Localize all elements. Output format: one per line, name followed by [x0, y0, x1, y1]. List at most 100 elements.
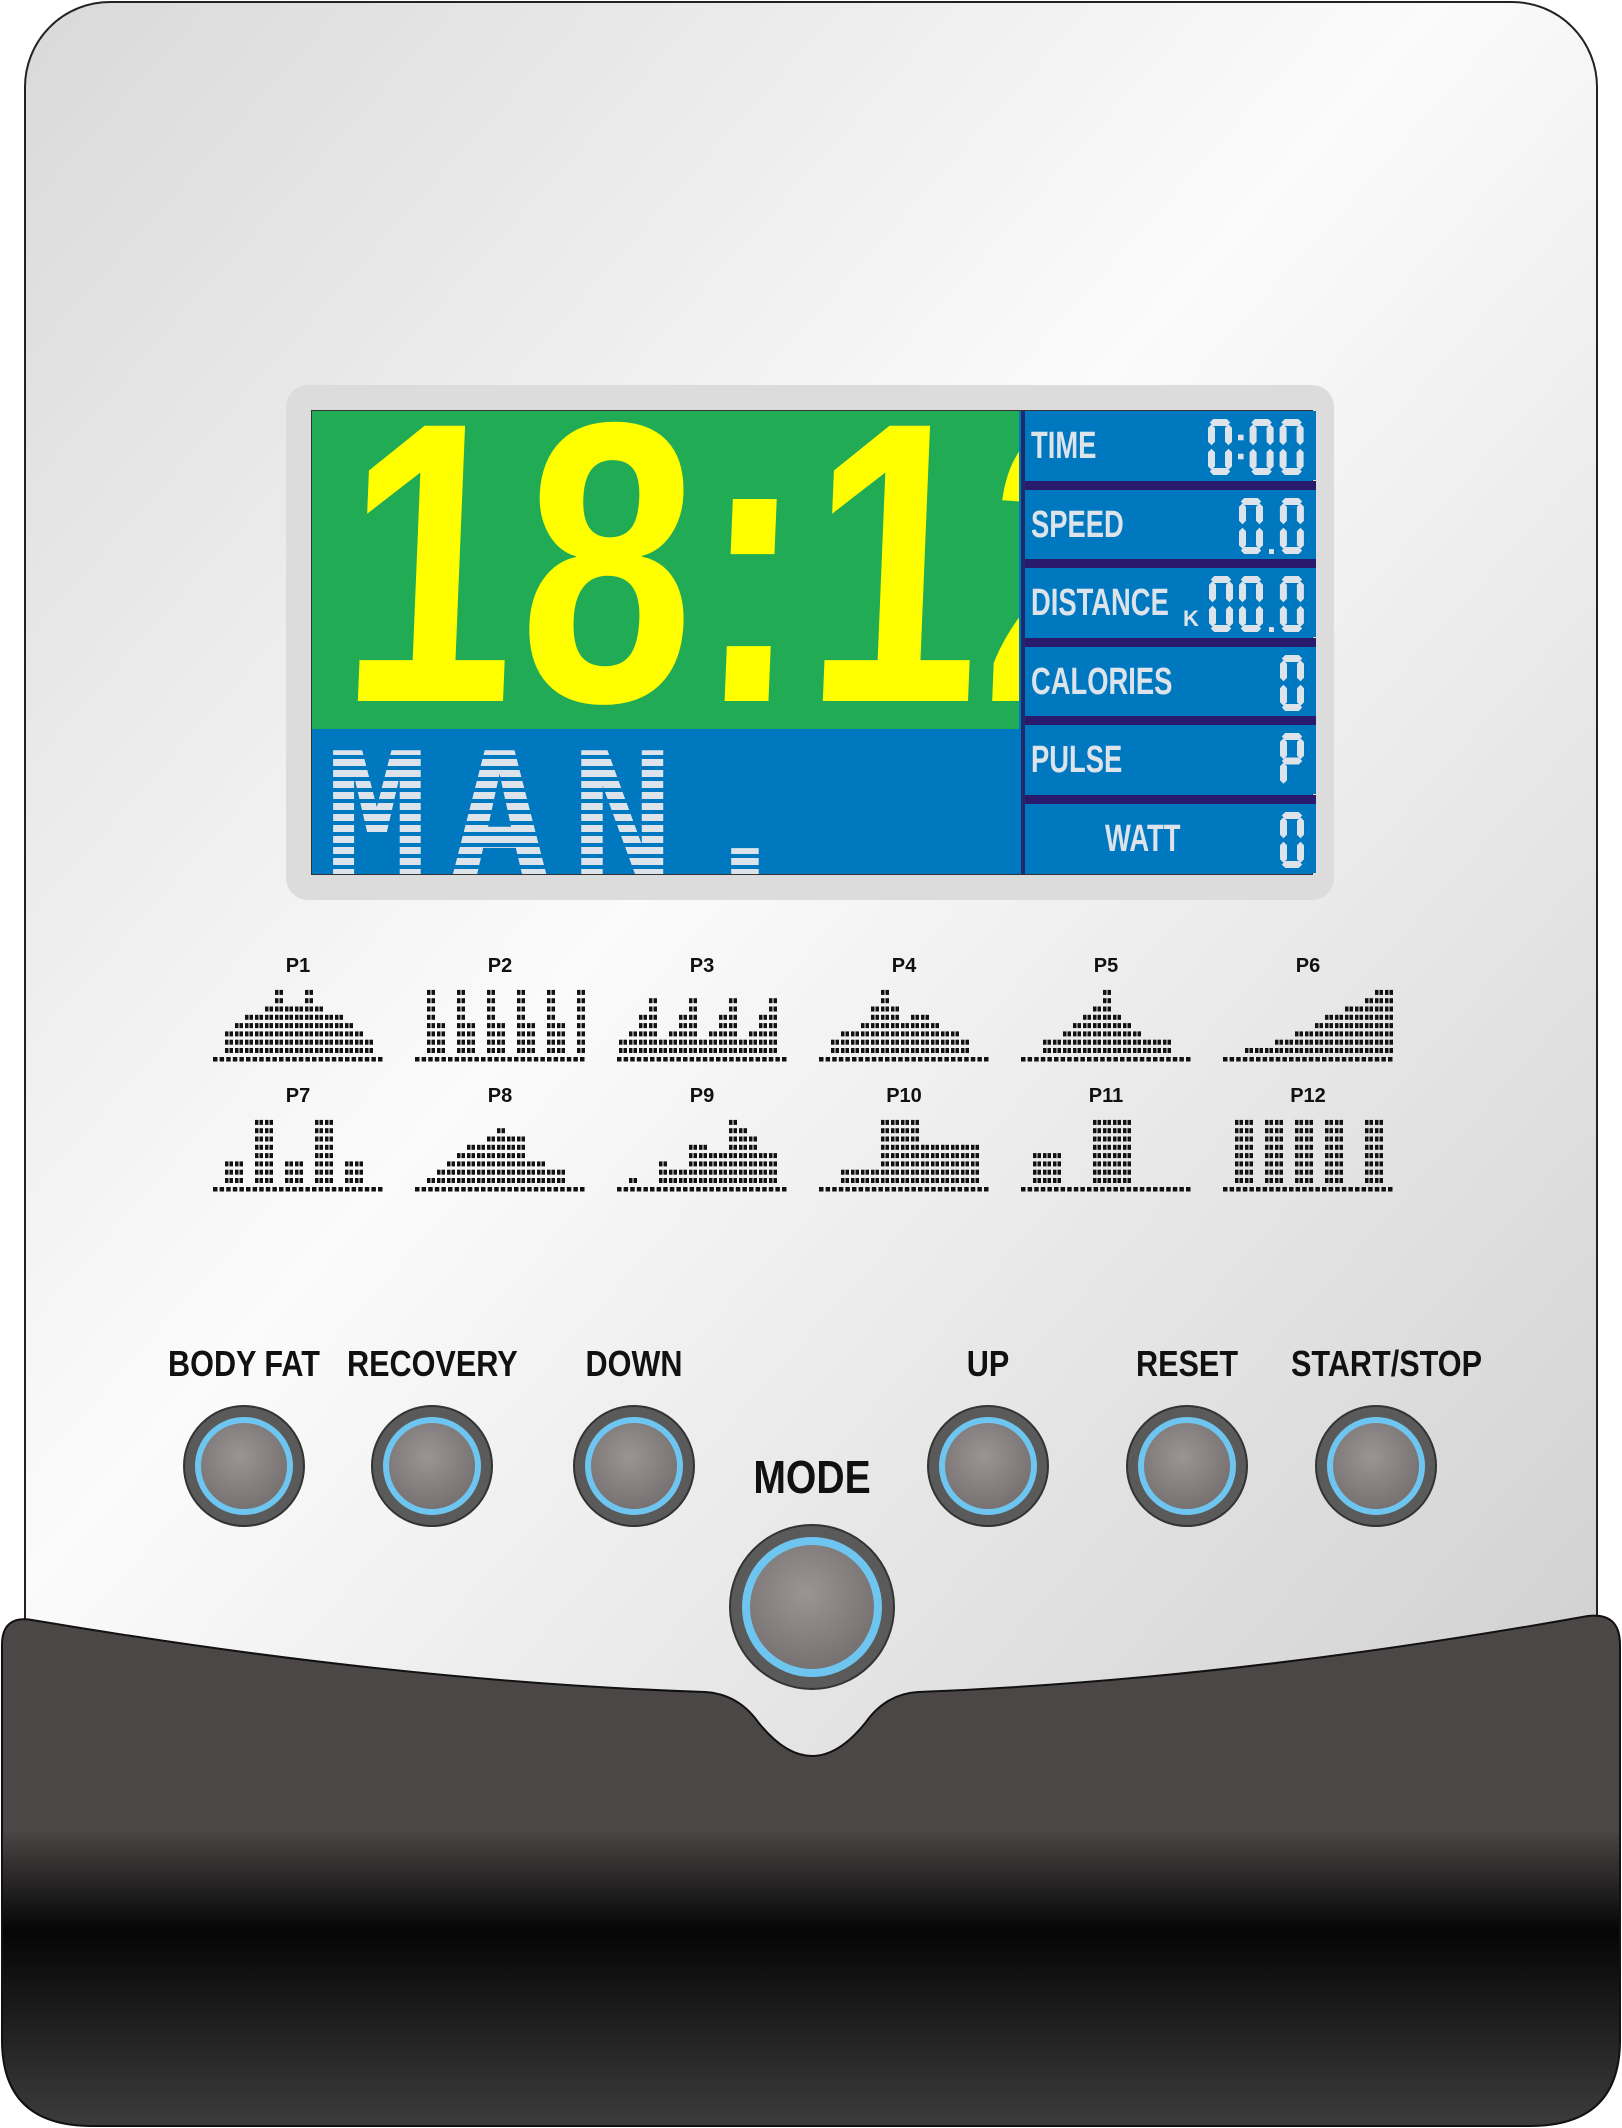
profile-baseline-dot	[964, 1187, 969, 1192]
profile-baseline-dot	[1249, 1187, 1254, 1192]
profile-bars	[1223, 1119, 1393, 1192]
profile-baseline-dot	[1146, 1057, 1151, 1062]
profile-baseline-dot	[1067, 1187, 1072, 1192]
profile-column	[1153, 1039, 1161, 1053]
profile-baseline-dot	[1236, 1187, 1241, 1192]
profile-column	[285, 1161, 293, 1183]
profile-baseline-dot	[1047, 1057, 1052, 1062]
profile-column	[669, 1031, 677, 1053]
profile-label: P7	[285, 1085, 311, 1107]
profile-baseline-dot	[494, 1057, 499, 1062]
profile-baseline-dot	[970, 1057, 976, 1062]
profile-baseline-dot	[1374, 1057, 1380, 1062]
profile-baseline-dot	[1060, 1187, 1066, 1192]
profile-baseline-dot	[762, 1187, 767, 1192]
profile-column	[235, 1161, 243, 1183]
profile-baseline-dot	[292, 1057, 297, 1062]
profile-baseline-dot	[650, 1187, 655, 1192]
profile-baseline-dot	[226, 1187, 231, 1192]
profile-column	[295, 1161, 303, 1183]
profile-column	[1043, 1039, 1051, 1053]
readout-watt: WATT 0	[1025, 803, 1316, 873]
profile-column	[851, 1169, 859, 1183]
profile-baseline-dot	[573, 1187, 578, 1192]
reset-button[interactable]	[1125, 1404, 1249, 1528]
profile-column	[941, 1144, 949, 1183]
profile-column	[1375, 1119, 1383, 1183]
profile-column	[881, 1119, 889, 1183]
profile-baseline-dot	[735, 1057, 741, 1062]
profile-baseline-dot	[428, 1057, 433, 1062]
profile-baseline-dot	[345, 1057, 350, 1062]
profile-column	[1285, 1039, 1293, 1053]
profile-column	[759, 1153, 767, 1183]
profile-column	[497, 1128, 505, 1183]
profile-baseline-dot	[421, 1187, 427, 1192]
profile-baseline-dot	[371, 1187, 376, 1192]
profile-column	[971, 1144, 979, 1183]
profile-baseline-dot	[1047, 1187, 1052, 1192]
profile-baseline-dot	[553, 1187, 559, 1192]
profile-baseline-dot	[318, 1187, 324, 1192]
start-stop-button[interactable]	[1314, 1404, 1438, 1528]
profile-baseline-dot	[1126, 1187, 1132, 1192]
profile-baseline-dot	[553, 1057, 559, 1062]
profile-baseline-dot	[630, 1187, 635, 1192]
profile-baseline-dot	[891, 1057, 897, 1062]
profile-baseline-dot	[1172, 1057, 1178, 1062]
profile-baseline-dot	[984, 1187, 989, 1192]
profile-column	[275, 989, 283, 1053]
readout-separator	[1025, 480, 1316, 490]
profile-column	[961, 1039, 969, 1053]
profile-baseline-dot	[1080, 1057, 1085, 1062]
profile-baseline-dot	[1073, 1057, 1079, 1062]
profile-baseline-dot	[1262, 1057, 1268, 1062]
profile-baseline-dot	[487, 1057, 493, 1062]
profile-baseline-dot	[1133, 1057, 1138, 1062]
profile-baseline-dot	[755, 1057, 761, 1062]
profile-column	[729, 998, 737, 1053]
readout-pulse: PULSE P	[1025, 725, 1316, 794]
profile-column	[1325, 1014, 1333, 1053]
profile-baseline-dot	[709, 1057, 714, 1062]
profile-column	[931, 1144, 939, 1183]
profile-column	[921, 1014, 929, 1053]
profile-column	[365, 1039, 373, 1053]
up-button[interactable]	[926, 1404, 1050, 1528]
profile-column	[689, 998, 697, 1053]
profile-baseline-dot	[481, 1187, 486, 1192]
profile-column	[1083, 1014, 1091, 1053]
profile-baseline-dot	[885, 1187, 890, 1192]
profile-column	[699, 1144, 707, 1183]
profile-column	[1143, 1039, 1151, 1053]
body-fat-button[interactable]	[182, 1404, 306, 1528]
down-button[interactable]	[572, 1404, 696, 1528]
profile-baseline-dot	[669, 1187, 675, 1192]
readout-digit	[1279, 419, 1304, 475]
profile-baseline-dot	[1106, 1057, 1112, 1062]
profile-label: P11	[1088, 1085, 1124, 1107]
profile-baseline-dot	[533, 1057, 539, 1062]
profile-baseline-dot	[285, 1187, 291, 1192]
recovery-button[interactable]	[370, 1404, 494, 1528]
profile-baseline-dot	[1100, 1187, 1105, 1192]
svg-text:P: P	[1278, 731, 1279, 732]
mode-button[interactable]	[728, 1523, 896, 1691]
readout-digit	[1209, 576, 1233, 632]
profile-bars	[617, 998, 787, 1062]
profile-baseline-dot	[1262, 1187, 1268, 1192]
profile-baseline-dot	[461, 1057, 466, 1062]
profile-baseline-dot	[696, 1057, 701, 1062]
profile-column	[709, 1153, 717, 1183]
profile-baseline-dot	[1322, 1187, 1327, 1192]
profile-baseline-dot	[904, 1057, 910, 1062]
profile-column	[447, 1161, 455, 1183]
profile-baseline-dot	[378, 1057, 383, 1062]
profile-baseline-dot	[1139, 1187, 1145, 1192]
profile-column	[497, 1023, 505, 1053]
profile-column	[669, 1169, 677, 1183]
profile-baseline-dot	[1021, 1187, 1026, 1192]
profile-column	[467, 1023, 475, 1053]
profile-baseline-dot	[1308, 1057, 1314, 1062]
profile-column	[639, 1014, 647, 1053]
